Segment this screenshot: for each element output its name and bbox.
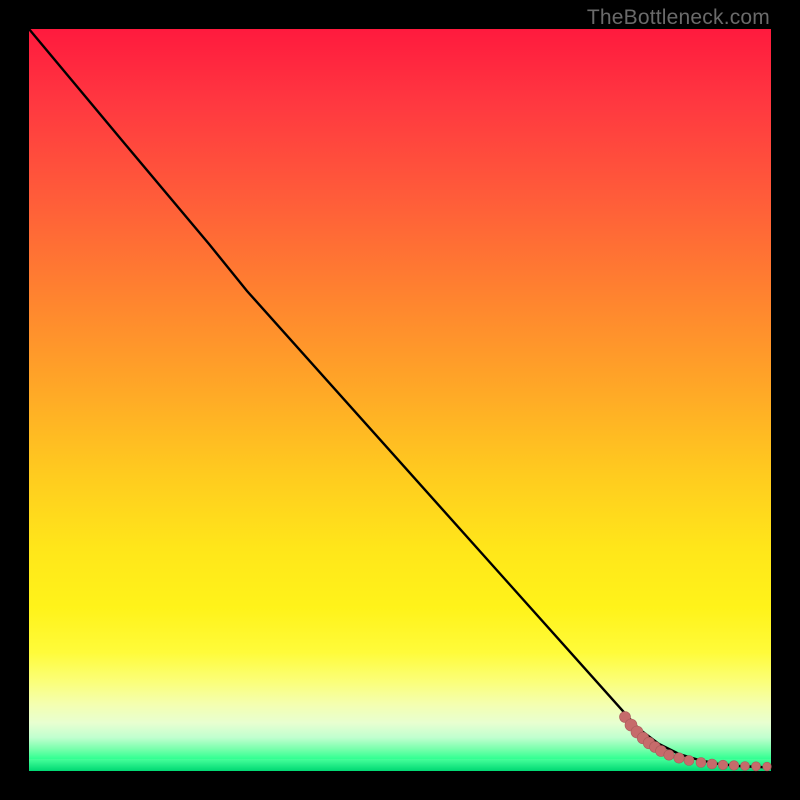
- data-point: [763, 762, 772, 771]
- data-point: [752, 762, 761, 771]
- bottleneck-curve: [29, 29, 771, 768]
- watermark-text: TheBottleneck.com: [587, 6, 770, 30]
- data-point: [664, 750, 674, 760]
- data-point: [674, 753, 684, 763]
- chart-svg: [29, 29, 771, 771]
- data-point: [718, 760, 728, 770]
- data-point: [729, 761, 739, 771]
- measured-points: [620, 712, 772, 771]
- data-point: [684, 756, 694, 766]
- data-point: [696, 758, 706, 768]
- chart-background-gradient: [29, 29, 771, 771]
- data-point: [741, 762, 750, 771]
- data-point: [707, 759, 717, 769]
- chart-frame: [29, 29, 771, 771]
- curve-path: [29, 29, 771, 768]
